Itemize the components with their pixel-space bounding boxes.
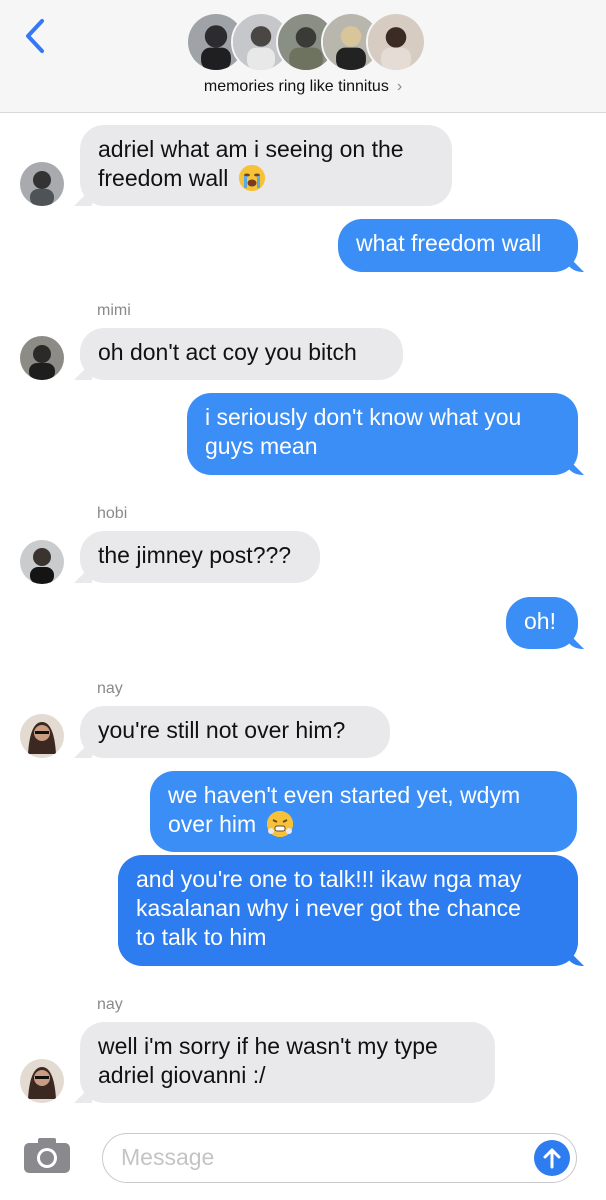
message-text: freedom wall bbox=[98, 165, 229, 191]
message-bubble[interactable]: you're still not over him? bbox=[80, 706, 390, 758]
message-input-field[interactable] bbox=[102, 1133, 577, 1183]
arrow-up-icon bbox=[543, 1148, 561, 1169]
camera-icon bbox=[24, 1138, 70, 1173]
message-text-line: freedom wall bbox=[98, 164, 434, 193]
sender-name: mimi bbox=[97, 302, 131, 319]
message-text: you're still not over him? bbox=[98, 717, 346, 743]
sender-name: nay bbox=[97, 996, 123, 1013]
group-name: memories ring like tinnitus bbox=[203, 78, 389, 95]
message-text: oh! bbox=[524, 608, 556, 634]
group-name-button[interactable]: memories ring like tinnitus › bbox=[0, 78, 606, 96]
message-bubble[interactable]: i seriously don't know what you guys mea… bbox=[187, 393, 578, 475]
back-button[interactable] bbox=[18, 16, 52, 56]
message-text: we haven't even started yet, wdym bbox=[168, 782, 521, 808]
chevron-right-icon: › bbox=[396, 78, 403, 95]
message-bubble[interactable]: what freedom wall bbox=[338, 219, 578, 272]
message-text: to talk to him bbox=[136, 924, 267, 950]
conversation-header: memories ring like tinnitus › bbox=[0, 0, 606, 113]
message-text: oh don't act coy you bitch bbox=[98, 339, 357, 365]
group-avatars[interactable] bbox=[186, 12, 426, 74]
message-bubble[interactable]: oh! bbox=[506, 597, 578, 649]
message-text: adriel giovanni :/ bbox=[98, 1062, 266, 1088]
message-text-line: over him bbox=[168, 810, 559, 839]
message-text: what freedom wall bbox=[356, 230, 542, 256]
avatar bbox=[366, 12, 426, 72]
camera-button[interactable] bbox=[22, 1135, 74, 1175]
sender-avatar[interactable] bbox=[20, 714, 64, 758]
face-with-steam-icon bbox=[266, 811, 293, 837]
message-text: kasalanan why i never got the chance bbox=[136, 895, 521, 921]
message-bubble[interactable]: the jimney post??? bbox=[80, 531, 320, 583]
message-bubble[interactable]: and you're one to talk!!! ikaw nga may k… bbox=[118, 855, 578, 966]
sender-avatar[interactable] bbox=[20, 162, 64, 206]
message-bubble[interactable]: adriel what am i seeing on the freedom w… bbox=[80, 125, 452, 206]
chevron-left-icon bbox=[26, 19, 44, 53]
message-text: the jimney post??? bbox=[98, 542, 292, 568]
sender-name: nay bbox=[97, 680, 123, 697]
send-button[interactable] bbox=[534, 1140, 570, 1176]
message-text: i seriously don't know what you bbox=[205, 404, 522, 430]
sender-avatar[interactable] bbox=[20, 540, 64, 584]
message-bubble[interactable]: oh don't act coy you bitch bbox=[80, 328, 403, 380]
sender-avatar[interactable] bbox=[20, 336, 64, 380]
message-text: over him bbox=[168, 811, 257, 837]
message-text: and you're one to talk!!! ikaw nga may bbox=[136, 866, 522, 892]
message-input[interactable] bbox=[121, 1144, 521, 1171]
message-bubble[interactable]: we haven't even started yet, wdym over h… bbox=[150, 771, 577, 852]
message-text: guys mean bbox=[205, 433, 318, 459]
sender-avatar[interactable] bbox=[20, 1059, 64, 1103]
sender-name: hobi bbox=[97, 505, 128, 522]
message-text: well i'm sorry if he wasn't my type bbox=[98, 1033, 438, 1059]
message-bubble[interactable]: well i'm sorry if he wasn't my type adri… bbox=[80, 1022, 495, 1103]
loudly-crying-face-icon bbox=[238, 165, 265, 191]
message-text: adriel what am i seeing on the bbox=[98, 136, 404, 162]
